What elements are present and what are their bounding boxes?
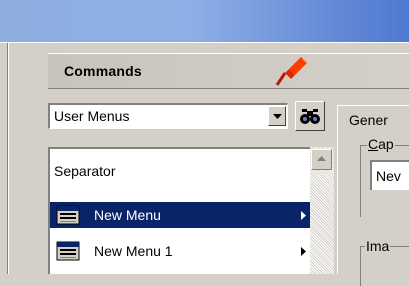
commands-panel-title: Commands xyxy=(64,63,142,79)
caption-input[interactable]: Nev xyxy=(370,160,409,190)
image-group-label: Ima xyxy=(365,238,391,254)
submenu-arrow-icon xyxy=(301,211,306,220)
command-list[interactable]: Separator New Menu New Menu 1 xyxy=(48,147,334,274)
list-item-new-menu[interactable]: New Menu xyxy=(50,202,314,228)
window-left-edge xyxy=(0,43,7,274)
menu-type-combo[interactable]: User Menus xyxy=(48,103,288,129)
list-item-label: Separator xyxy=(54,163,116,179)
caption-input-value: Nev xyxy=(376,168,401,184)
list-item-new-menu-1[interactable]: New Menu 1 xyxy=(50,238,314,264)
titlebar-divider xyxy=(0,42,409,43)
menu-type-combo-value: User Menus xyxy=(54,108,130,124)
list-item-separator[interactable]: Separator xyxy=(50,158,314,184)
commands-panel-header: Commands xyxy=(48,53,409,89)
binoculars-icon xyxy=(300,109,320,124)
scroll-up-button[interactable] xyxy=(311,149,332,170)
chevron-down-icon xyxy=(273,114,282,119)
combo-dropdown-button[interactable] xyxy=(268,106,286,126)
submenu-arrow-icon xyxy=(301,247,306,256)
caption-group-label: Cap xyxy=(367,136,395,152)
list-item-label: New Menu 1 xyxy=(94,243,173,259)
tab-general-label: Gener xyxy=(349,112,388,128)
list-item-label: New Menu xyxy=(94,207,161,223)
window-titlebar xyxy=(0,0,409,42)
left-edge-highlight xyxy=(8,43,9,274)
menu-icon xyxy=(56,205,80,225)
list-vertical-scrollbar[interactable] xyxy=(310,147,334,274)
pin-icon[interactable] xyxy=(273,55,309,87)
tab-general[interactable]: Gener xyxy=(337,105,409,135)
chevron-up-icon xyxy=(317,156,326,161)
menu-icon xyxy=(56,241,80,261)
find-command-button[interactable] xyxy=(295,101,325,131)
